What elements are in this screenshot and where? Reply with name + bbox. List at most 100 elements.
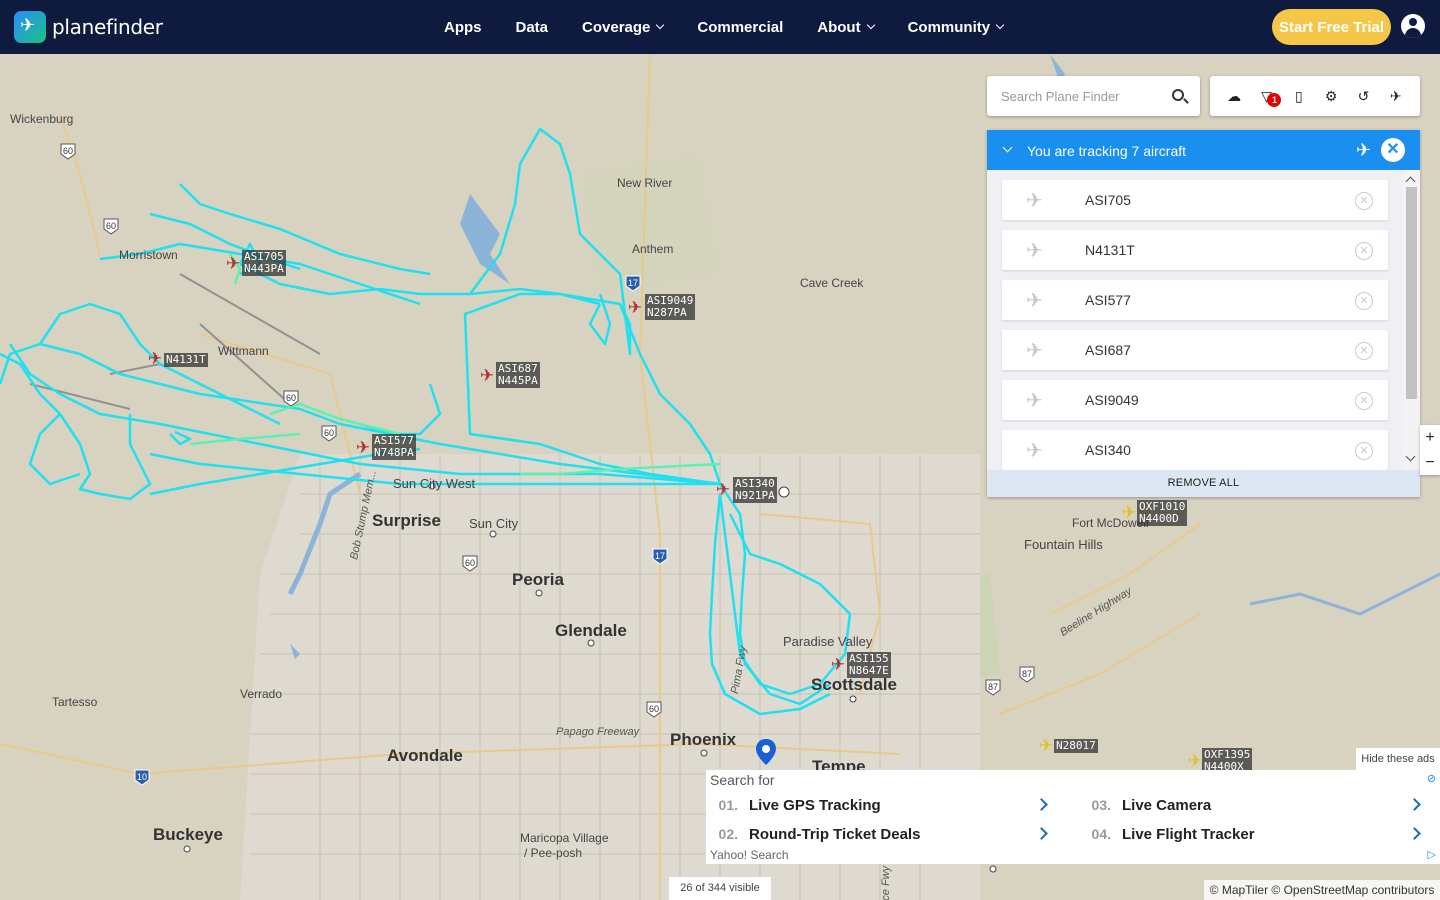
logo-plane-icon (14, 11, 46, 43)
tracking-item[interactable]: ✈ ASI577 ✕ (1002, 280, 1388, 320)
aircraft-label-asi577[interactable]: ASI577 N748PA (372, 434, 416, 460)
tracking-item[interactable]: ✈ ASI705 ✕ (1002, 180, 1388, 220)
remove-circle-icon[interactable]: ✕ (1355, 442, 1373, 460)
nav-community[interactable]: Community (891, 19, 1021, 36)
aircraft-plane-icon[interactable]: ✈ (223, 254, 243, 274)
aircraft-plane-icon[interactable]: ✈ (353, 438, 373, 458)
chevron-down-icon (866, 20, 875, 30)
nav-commercial[interactable]: Commercial (680, 19, 800, 36)
chevron-down-icon[interactable] (1002, 142, 1013, 153)
nav-apps[interactable]: Apps (427, 19, 499, 36)
remove-circle-icon[interactable]: ✕ (1355, 192, 1373, 210)
remove-circle-icon[interactable]: ✕ (1355, 342, 1373, 360)
place-phoenix: Phoenix (670, 730, 737, 749)
aircraft-label-asi340[interactable]: ASI340 N921PA (733, 477, 777, 503)
tracking-scrollbar[interactable] (1403, 170, 1420, 470)
hide-ads-button[interactable]: Hide these ads (1356, 748, 1440, 770)
ad-search-for: Search for (710, 772, 775, 788)
aircraft-label-n4131t[interactable]: N4131T (164, 353, 208, 367)
tracking-panel-header[interactable]: You are tracking 7 aircraft ✈ ✕ (987, 130, 1420, 170)
aircraft-reg: N748PA (374, 446, 414, 459)
aircraft-label-oxf1010[interactable]: OXF1010 N4400D (1137, 500, 1188, 526)
tracking-item[interactable]: ✈ ASI340 ✕ (1002, 430, 1388, 470)
place-sun-city: Sun City (469, 516, 519, 531)
ad-item[interactable]: 03. Live Camera (1079, 791, 1429, 819)
aircraft-reg: N287PA (647, 306, 687, 319)
adchoices-icon[interactable]: ▷ (1428, 848, 1436, 861)
ad-item-number: 04. (1091, 826, 1111, 842)
nav-coverage[interactable]: Coverage (565, 19, 680, 36)
ad-item-number: 01. (718, 797, 738, 813)
bookmark-icon[interactable]: ▯ (1288, 85, 1310, 107)
filter-icon[interactable]: ▽ 1 (1255, 85, 1282, 107)
close-tracking-button[interactable]: ✕ (1381, 138, 1405, 162)
user-account-icon[interactable] (1401, 14, 1425, 38)
aircraft-plane-icon[interactable]: ✈ (1036, 736, 1056, 756)
place-avondale: Avondale (387, 746, 463, 765)
aircraft-plane-icon[interactable]: ✈ (828, 655, 848, 675)
search-input[interactable] (1001, 88, 1171, 104)
location-pin-icon[interactable] (756, 739, 776, 765)
tracking-item[interactable]: ✈ ASI9049 ✕ (1002, 380, 1388, 420)
place-paradise-valley: Paradise Valley (783, 634, 873, 649)
aircraft-label-n28017[interactable]: N28017 (1054, 739, 1098, 753)
nav-data[interactable]: Data (499, 19, 566, 36)
zoom-out-button[interactable]: − (1420, 450, 1440, 475)
place-wickenburg: Wickenburg (10, 112, 74, 126)
aircraft-reg: N445PA (498, 374, 538, 387)
place-morristown: Morristown (119, 248, 178, 262)
tracking-callsign: N4131T (1085, 242, 1135, 258)
nav-about[interactable]: About (800, 19, 890, 36)
history-icon[interactable]: ↺ (1352, 85, 1374, 107)
aircraft-label-asi155[interactable]: ASI155 N8647E (847, 652, 891, 678)
ad-item-text: Live Flight Tracker (1122, 825, 1255, 843)
place-sun-city-west: Sun City West (393, 476, 476, 491)
tracking-title: You are tracking 7 aircraft (1027, 143, 1187, 159)
tracking-item[interactable]: ✈ ASI687 ✕ (1002, 330, 1388, 370)
chevron-down-icon (656, 20, 665, 30)
ad-item[interactable]: 02. Round-Trip Ticket Deals (706, 820, 1056, 848)
remove-circle-icon[interactable]: ✕ (1355, 242, 1373, 260)
remove-all-button[interactable]: REMOVE ALL (987, 470, 1420, 497)
ad-item[interactable]: 04. Live Flight Tracker (1079, 820, 1429, 848)
scroll-thumb[interactable] (1406, 187, 1417, 399)
remove-circle-icon[interactable]: ✕ (1355, 292, 1373, 310)
svg-text:87: 87 (1022, 669, 1032, 679)
tracking-callsign: ASI705 (1085, 192, 1131, 208)
ad-item[interactable]: 01. Live GPS Tracking (706, 791, 1056, 819)
tracking-item[interactable]: ✈ N4131T ✕ (1002, 230, 1388, 270)
scroll-up-icon[interactable] (1405, 176, 1416, 187)
svg-text:60: 60 (649, 704, 659, 714)
aircraft-plane-icon[interactable]: ✈ (477, 366, 497, 386)
start-free-trial-button[interactable]: Start Free Trial (1272, 9, 1391, 45)
plane-icon: ✈ (1026, 190, 1043, 212)
visible-count: 26 of 344 visible (669, 877, 771, 900)
aircraft-plane-icon[interactable]: ✈ (713, 480, 733, 500)
ad-info-icon[interactable]: ⊘ (1427, 772, 1436, 785)
search-icon[interactable] (1172, 89, 1184, 101)
place-buckeye: Buckeye (153, 825, 223, 844)
remove-circle-icon[interactable]: ✕ (1355, 392, 1373, 410)
scroll-down-icon[interactable] (1405, 451, 1416, 462)
ad-footer: Yahoo! Search (710, 848, 789, 862)
aircraft-label-asi705[interactable]: ASI705 N443PA (242, 250, 286, 276)
settings-icon[interactable]: ⚙ (1320, 85, 1342, 107)
aircraft-plane-icon[interactable]: ✈ (1119, 503, 1139, 523)
planefinder-logo[interactable]: planefinder (14, 11, 163, 43)
ar-plane-icon[interactable]: ✈ (1385, 85, 1407, 107)
zoom-control: + − (1420, 425, 1440, 475)
nav-about-label: About (817, 18, 861, 36)
aircraft-plane-icon[interactable]: ✈ (145, 349, 165, 369)
aircraft-reg: N8647E (849, 664, 889, 677)
road-papago-freeway: Papago Freeway (556, 726, 640, 738)
zoom-in-button[interactable]: + (1420, 425, 1440, 450)
tracking-callsign: ASI577 (1085, 292, 1131, 308)
aircraft-label-asi687[interactable]: ASI687 N445PA (496, 362, 540, 388)
cloud-upload-icon[interactable]: ☁ (1223, 85, 1245, 107)
aircraft-plane-icon[interactable]: ✈ (625, 298, 645, 318)
aircraft-label-asi9049[interactable]: ASI9049 N287PA (645, 294, 696, 320)
svg-text:60: 60 (465, 558, 475, 568)
search-bar (987, 76, 1200, 116)
plane-outline-icon[interactable]: ✈ (1356, 140, 1371, 161)
aircraft-callsign: N28017 (1056, 739, 1096, 752)
